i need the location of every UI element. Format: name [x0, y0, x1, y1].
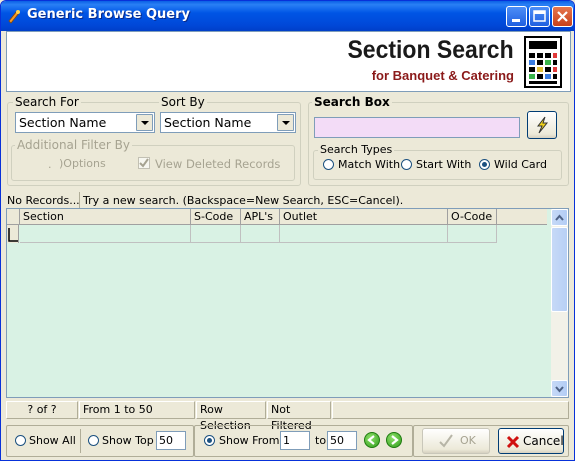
- chevron-down-icon: [555, 386, 564, 393]
- header-banner: Section Search for Banquet & Catering: [6, 31, 571, 92]
- table-cell[interactable]: [191, 225, 241, 243]
- empty-status: [332, 401, 569, 419]
- search-hint-status: Try a new search. (Backspace=New Search,…: [83, 194, 404, 207]
- next-page-button[interactable]: [386, 432, 402, 448]
- filter-state-status: Not Filtered: [267, 401, 331, 432]
- previous-page-button[interactable]: [364, 432, 380, 448]
- column-header-section[interactable]: Section: [20, 209, 191, 225]
- chevron-down-icon[interactable]: [277, 114, 294, 131]
- options-label: Options: [63, 157, 106, 170]
- minimize-button[interactable]: [506, 6, 527, 27]
- chevron-down-icon[interactable]: [136, 114, 153, 131]
- minimize-icon: [512, 19, 520, 22]
- wild-card-label: Wild Card: [494, 158, 547, 171]
- options-button[interactable]: )Options: [59, 157, 106, 170]
- from-input[interactable]: 1: [280, 431, 310, 450]
- results-grid[interactable]: Section S-Code APL's Outlet O-Code: [6, 208, 569, 398]
- column-header-outlet[interactable]: Outlet: [280, 209, 448, 225]
- search-box-label: Search Box: [312, 95, 392, 109]
- to-input[interactable]: 50: [327, 431, 357, 450]
- view-deleted-label: View Deleted Records: [155, 157, 281, 171]
- ok-label: OK: [460, 434, 476, 447]
- search-input[interactable]: [314, 117, 520, 138]
- vertical-scrollbar[interactable]: [551, 209, 568, 397]
- cancel-label: Cancel: [523, 434, 564, 448]
- selection-mode-status: Row Selection: [196, 401, 266, 432]
- column-header-s-code[interactable]: S-Code: [191, 209, 241, 225]
- cancel-x-icon: [506, 435, 520, 449]
- scroll-down-button[interactable]: [551, 380, 568, 397]
- start-with-label: Start With: [416, 158, 472, 171]
- arrow-right-icon: [391, 435, 399, 445]
- paging-divider: [80, 429, 81, 453]
- ok-button[interactable]: OK: [422, 428, 490, 454]
- to-label: to: [315, 434, 327, 447]
- checkmark-icon: [139, 158, 149, 168]
- calculator-logo-icon: [524, 36, 562, 88]
- show-all-radio[interactable]: [15, 435, 26, 446]
- sort-by-label: Sort By: [159, 95, 207, 109]
- title-bar[interactable]: Generic Browse Query: [1, 1, 574, 31]
- checkmark-icon: [439, 434, 453, 448]
- maximize-icon: [533, 10, 546, 22]
- table-cell[interactable]: [241, 225, 280, 243]
- table-cell[interactable]: [280, 225, 448, 243]
- table-cell[interactable]: [448, 225, 497, 243]
- match-with-label: Match With: [338, 158, 401, 171]
- close-icon: [557, 11, 568, 22]
- show-top-label: Show Top: [102, 434, 154, 447]
- lightning-icon: [536, 116, 549, 134]
- additional-filter-label: Additional Filter By: [15, 138, 132, 152]
- close-button[interactable]: [552, 6, 573, 27]
- show-from-radio[interactable]: [204, 435, 215, 446]
- show-from-label: Show From: [219, 434, 280, 447]
- record-count-status: No Records...: [7, 194, 80, 207]
- chevron-up-icon: [555, 214, 564, 221]
- column-header-apls[interactable]: APL's: [241, 209, 280, 225]
- window-title: Generic Browse Query: [27, 7, 191, 22]
- banner-subtitle: for Banquet & Catering: [371, 68, 514, 83]
- arrow-left-icon: [367, 435, 375, 445]
- search-for-value: Section Name: [19, 115, 107, 130]
- grid-corner: [7, 209, 20, 225]
- scroll-up-button[interactable]: [551, 209, 568, 226]
- wild-card-radio[interactable]: [479, 159, 490, 170]
- search-for-label: Search For: [13, 95, 81, 109]
- app-icon: [8, 10, 20, 24]
- row-indicator[interactable]: [7, 225, 19, 243]
- show-top-radio[interactable]: [88, 435, 99, 446]
- search-types-label: Search Types: [318, 143, 395, 156]
- match-with-radio[interactable]: [323, 159, 334, 170]
- search-for-select[interactable]: Section Name: [15, 112, 155, 133]
- show-all-label: Show All: [29, 434, 76, 447]
- run-search-button[interactable]: [527, 111, 557, 139]
- sort-by-select[interactable]: Section Name: [160, 112, 296, 133]
- table-cell[interactable]: [20, 225, 191, 243]
- status-divider: [79, 192, 80, 208]
- show-top-input[interactable]: 50: [156, 431, 186, 450]
- options-dots: .: [48, 158, 52, 171]
- maximize-button[interactable]: [529, 6, 550, 27]
- position-status: ? of ?: [6, 401, 78, 419]
- sort-by-value: Section Name: [164, 115, 252, 130]
- table-row[interactable]: [7, 225, 497, 243]
- grid-header: Section S-Code APL's Outlet O-Code: [7, 209, 547, 225]
- view-deleted-checkbox[interactable]: [138, 157, 150, 169]
- scroll-thumb[interactable]: [551, 227, 568, 312]
- range-status: From 1 to 50: [79, 401, 195, 419]
- row-pointer-icon: [8, 228, 18, 242]
- column-header-o-code[interactable]: O-Code: [448, 209, 497, 225]
- banner-title: Section Search: [347, 36, 514, 64]
- cancel-button[interactable]: Cancel: [498, 428, 564, 454]
- browse-query-window: Generic Browse Query Section Search for …: [0, 0, 575, 461]
- start-with-radio[interactable]: [401, 159, 412, 170]
